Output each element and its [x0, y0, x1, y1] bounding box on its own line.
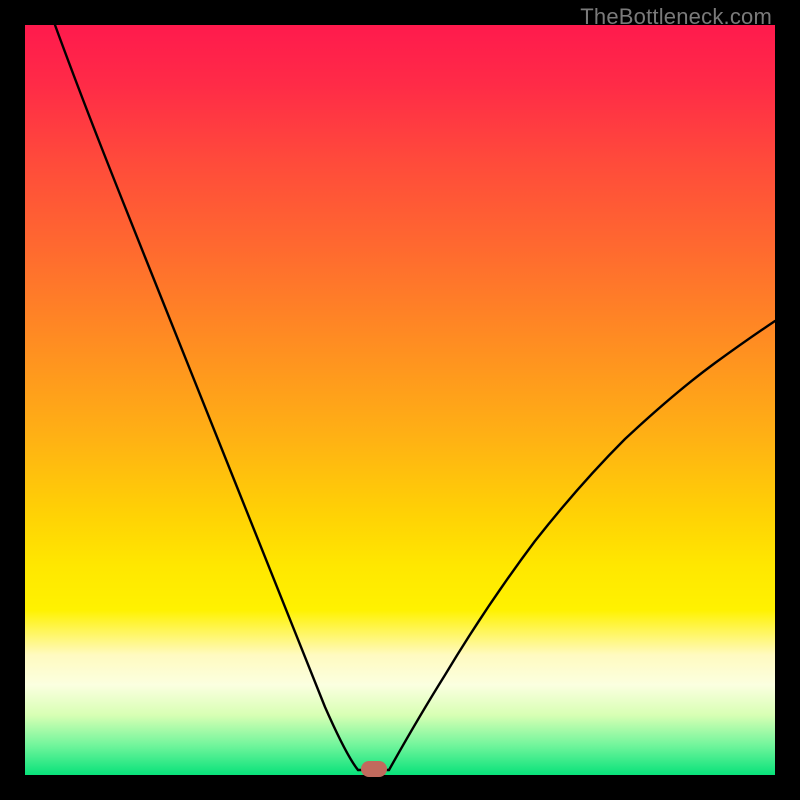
plot-area: [25, 25, 775, 775]
optimal-point-marker: [361, 761, 387, 777]
chart-frame: TheBottleneck.com: [0, 0, 800, 800]
bottleneck-curve: [25, 25, 775, 775]
curve-left-branch: [55, 25, 358, 770]
curve-right-branch: [389, 321, 775, 770]
